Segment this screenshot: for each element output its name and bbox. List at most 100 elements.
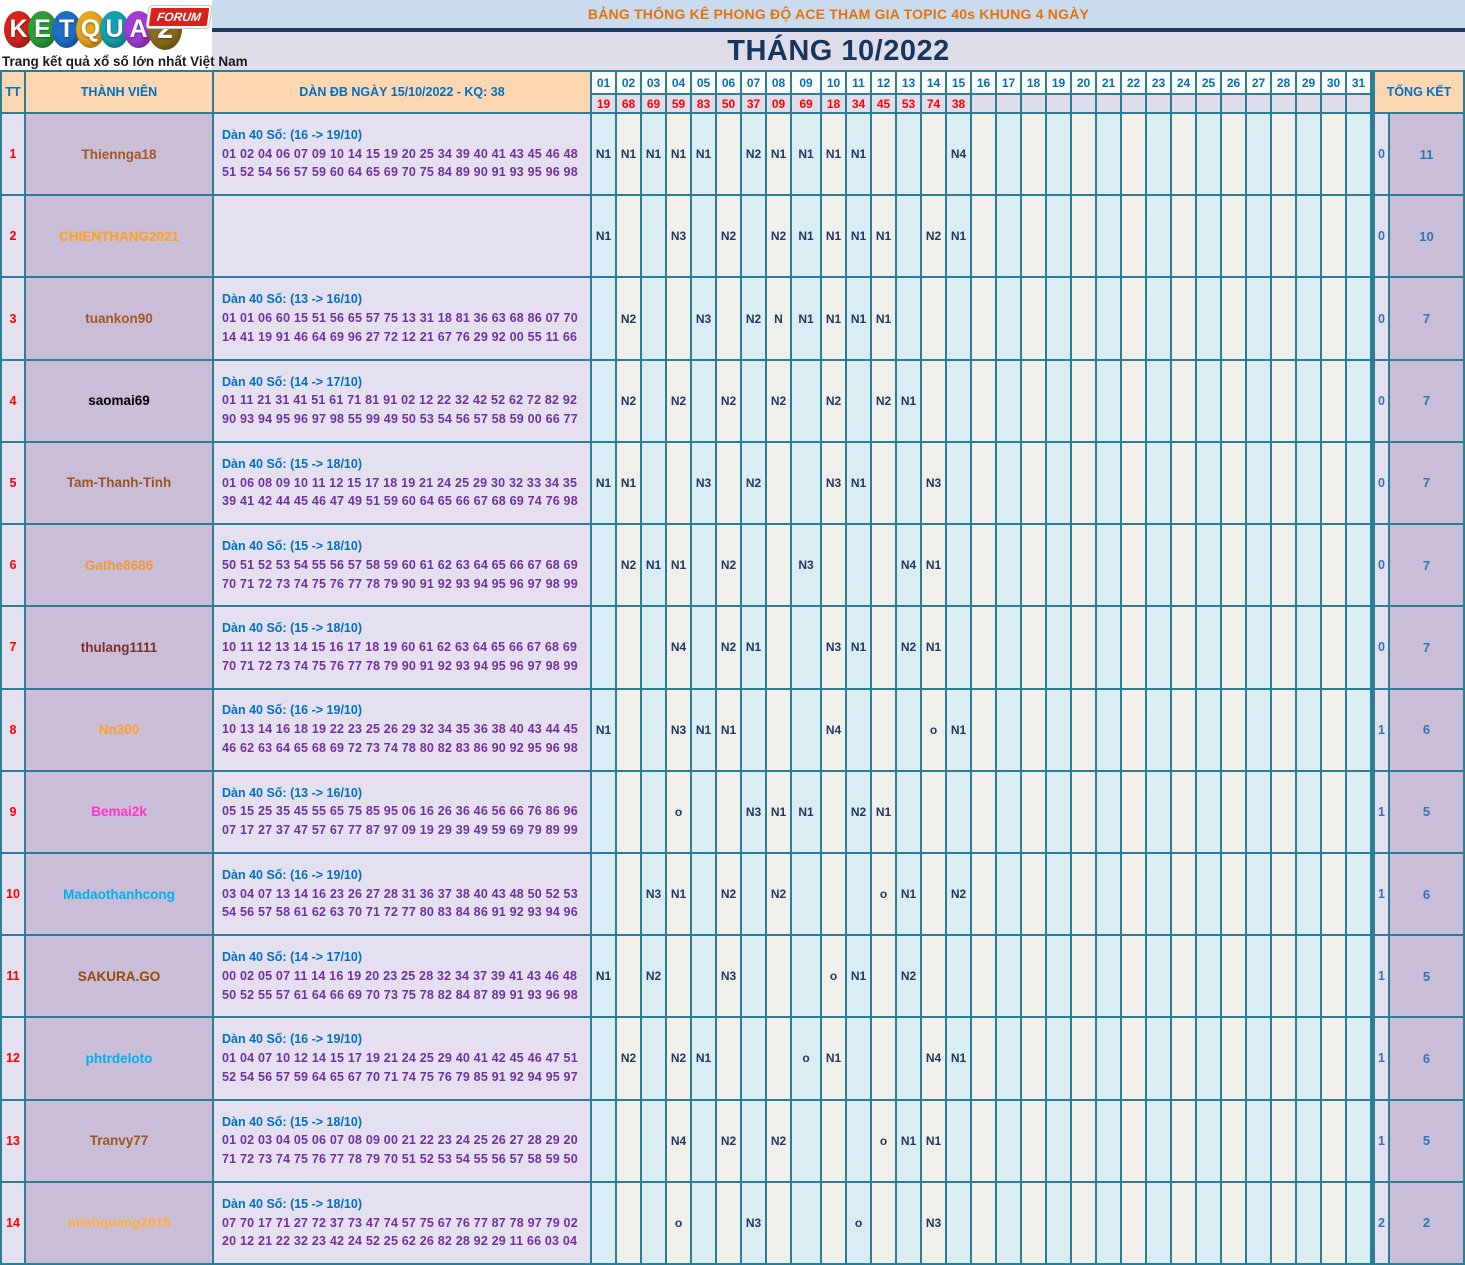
day-mark-cell [1172, 442, 1195, 524]
member-name[interactable]: SAKURA.GO [26, 936, 212, 1017]
day-mark-cell: N1 [847, 607, 870, 688]
dan-number-list: 01 04 07 10 12 14 15 17 19 21 24 25 29 4… [222, 1051, 578, 1084]
total-count: 7 [1390, 607, 1463, 688]
day-result-22 [1122, 95, 1145, 112]
member-name[interactable]: Bemai2k [26, 771, 212, 852]
day-mark-cell [1247, 1182, 1270, 1263]
dan-number-list: 05 15 25 35 45 55 65 75 85 95 06 16 26 3… [222, 804, 578, 838]
day-mark-cell [997, 196, 1020, 277]
day-mark-cell [642, 442, 665, 524]
member-name[interactable]: thulang1111 [26, 607, 212, 688]
day-mark-cell [692, 1182, 715, 1263]
member-name[interactable]: Gathe8686 [26, 525, 212, 606]
day-result-10: 18 [822, 95, 845, 112]
day-mark-cell [922, 360, 945, 441]
day-mark-cell [1047, 525, 1070, 606]
day-mark-cell: N2 [717, 525, 740, 606]
day-mark-cell [1347, 1182, 1370, 1263]
day-mark-cell: N1 [792, 114, 820, 195]
day-mark-cell: N1 [667, 525, 690, 606]
dan-numbers-cell: Dàn 40 Số: (15 -> 18/10) 01 06 08 09 10 1… [214, 442, 590, 524]
day-mark-cell [972, 1018, 995, 1099]
day-result-11: 34 [847, 95, 870, 112]
day-mark-cell [742, 689, 765, 770]
day-mark-cell: N2 [617, 1018, 640, 1099]
day-mark-cell [642, 278, 665, 359]
day-mark-cell [1247, 607, 1270, 688]
day-mark-cell [1047, 853, 1070, 935]
day-result-15: 38 [947, 95, 970, 112]
day-mark-cell: N3 [922, 442, 945, 524]
day-mark-cell: N4 [922, 1018, 945, 1099]
day-mark-cell: N2 [767, 196, 790, 277]
day-mark-cell [767, 442, 790, 524]
day-header-26: 26 [1222, 72, 1245, 93]
day-header-23: 23 [1147, 72, 1170, 93]
day-header-24: 24 [1172, 72, 1195, 93]
dan-title: Dàn 40 Số: (14 -> 17/10) [222, 374, 362, 389]
day-mark-cell: N1 [922, 1100, 945, 1181]
dan-title: Dàn 40 Số: (16 -> 19/10) [222, 1032, 362, 1047]
day-mark-cell: N2 [897, 607, 920, 688]
day-mark-cell: N1 [847, 114, 870, 195]
member-name[interactable]: phtrdeloto [26, 1018, 212, 1099]
day-mark-cell [617, 196, 640, 277]
day-mark-cell [1247, 360, 1270, 441]
member-name[interactable]: Thiennga18 [26, 114, 212, 195]
day-mark-cell [1072, 689, 1095, 770]
day-mark-cell [792, 936, 820, 1017]
day-mark-cell: N1 [592, 936, 615, 1017]
day-header-15: 15 [947, 72, 970, 93]
day-mark-cell: N1 [897, 853, 920, 935]
day-mark-cell [1222, 936, 1245, 1017]
day-mark-cell [1022, 114, 1045, 195]
day-mark-cell [642, 1182, 665, 1263]
member-name[interactable]: Madaothanhcong [26, 853, 212, 935]
day-mark-cell: N1 [717, 689, 740, 770]
miss-count: 1 [1372, 936, 1388, 1017]
day-mark-cell [692, 607, 715, 688]
day-mark-cell [1197, 1100, 1220, 1181]
day-mark-cell [1222, 442, 1245, 524]
day-mark-cell [1147, 278, 1170, 359]
day-mark-cell [1322, 1182, 1345, 1263]
total-count: 7 [1390, 442, 1463, 524]
member-name[interactable]: minhquang2015 [26, 1182, 212, 1263]
day-mark-cell: N2 [717, 607, 740, 688]
member-name[interactable]: CHIENTHANG2021 [26, 196, 212, 277]
day-mark-cell [1347, 1018, 1370, 1099]
day-mark-cell [822, 525, 845, 606]
day-mark-cell: N3 [642, 853, 665, 935]
day-mark-cell [642, 771, 665, 852]
day-result-29 [1297, 95, 1320, 112]
day-mark-cell [1047, 196, 1070, 277]
day-mark-cell [1122, 1100, 1145, 1181]
day-mark-cell [1347, 771, 1370, 852]
day-header-28: 28 [1272, 72, 1295, 93]
member-name[interactable]: Tranvy77 [26, 1100, 212, 1181]
day-mark-cell [1072, 442, 1095, 524]
member-name[interactable]: saomai69 [26, 360, 212, 441]
day-mark-cell [1297, 442, 1320, 524]
day-mark-cell: N1 [847, 442, 870, 524]
row-index: 6 [2, 525, 24, 606]
member-name[interactable]: Nn300 [26, 689, 212, 770]
site-logo[interactable]: KETQUA2 FORUM Trang kết quả xổ số lớn nh… [0, 0, 248, 70]
day-mark-cell: N2 [617, 278, 640, 359]
day-mark-cell [1247, 114, 1270, 195]
day-header-05: 05 [692, 72, 715, 93]
day-mark-cell: N1 [897, 1100, 920, 1181]
day-mark-cell [897, 196, 920, 277]
day-mark-cell [1347, 442, 1370, 524]
day-mark-cell [947, 1182, 970, 1263]
day-header-03: 03 [642, 72, 665, 93]
total-count: 2 [1390, 1182, 1463, 1263]
day-header-14: 14 [922, 72, 945, 93]
member-name[interactable]: tuankon90 [26, 278, 212, 359]
total-count: 5 [1390, 771, 1463, 852]
day-result-19 [1047, 95, 1070, 112]
member-name[interactable]: Tam-Thanh-Tinh [26, 442, 212, 524]
day-header-10: 10 [822, 72, 845, 93]
dan-numbers-cell: Dàn 40 Số: (15 -> 18/10) 07 70 17 71 27 7… [214, 1182, 590, 1263]
day-mark-cell [642, 607, 665, 688]
